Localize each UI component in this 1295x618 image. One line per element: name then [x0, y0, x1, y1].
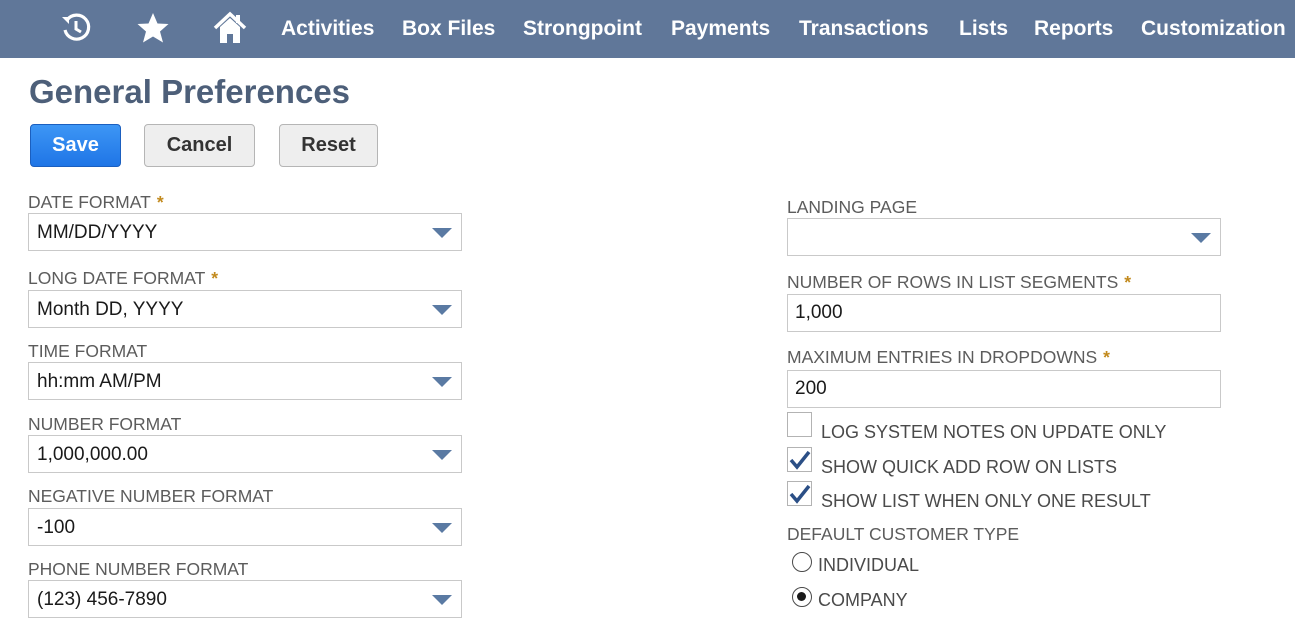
nav-payments[interactable]: Payments [671, 16, 770, 42]
reset-button[interactable]: Reset [279, 124, 378, 167]
number-format-value: 1,000,000.00 [37, 444, 148, 465]
dropdown-arrow-icon [432, 305, 452, 315]
nav-customization[interactable]: Customization [1141, 16, 1286, 42]
landing-page-select[interactable] [787, 218, 1221, 256]
show-quick-add-label: Show Quick Add Row on Lists [821, 457, 1118, 477]
dropdown-arrow-icon [432, 523, 452, 533]
cancel-button[interactable]: Cancel [144, 124, 255, 167]
negative-number-format-label: Negative Number Format [28, 486, 274, 506]
individual-radio-label: Individual [818, 555, 920, 575]
dropdown-arrow-icon [432, 228, 452, 238]
phone-number-format-select[interactable]: (123) 456-7890 [28, 580, 462, 618]
dropdown-arrow-icon [1191, 233, 1211, 243]
log-system-notes-label: Log System Notes on Update Only [821, 422, 1167, 442]
recent-history-icon[interactable] [58, 10, 94, 46]
rows-in-list-segments-label: Number of Rows in List Segments * [787, 272, 1132, 292]
nav-lists[interactable]: Lists [959, 16, 1008, 42]
checkmark-icon [789, 450, 811, 470]
date-format-select[interactable]: MM/DD/YYYY [28, 213, 462, 251]
nav-strongpoint[interactable]: Strongpoint [523, 16, 642, 42]
dropdown-arrow-icon [432, 595, 452, 605]
default-customer-type-label: Default Customer Type [787, 524, 1020, 544]
long-date-format-select[interactable]: Month DD, YYYY [28, 290, 462, 328]
required-marker: * [1103, 347, 1110, 367]
time-format-label: Time Format [28, 341, 148, 361]
top-navigation-bar: Activities Box Files Strongpoint Payment… [0, 0, 1295, 58]
nav-box-files[interactable]: Box Files [402, 16, 495, 42]
time-format-value: hh:mm AM/PM [37, 371, 162, 392]
radio-selected-dot [797, 592, 806, 601]
individual-radio[interactable] [792, 552, 812, 572]
phone-number-format-label: Phone Number Format [28, 559, 249, 579]
date-format-label: Date Format * [28, 192, 164, 212]
max-dropdown-entries-input[interactable] [787, 370, 1221, 408]
save-button[interactable]: Save [30, 124, 121, 167]
home-icon[interactable] [212, 10, 248, 46]
long-date-format-label: Long Date Format * [28, 268, 219, 288]
show-list-one-result-label: Show List When Only One Result [821, 491, 1151, 511]
time-format-select[interactable]: hh:mm AM/PM [28, 362, 462, 400]
dropdown-arrow-icon [432, 377, 452, 387]
number-format-select[interactable]: 1,000,000.00 [28, 435, 462, 473]
date-format-value: MM/DD/YYYY [37, 222, 158, 243]
nav-activities[interactable]: Activities [281, 16, 374, 42]
landing-page-label: Landing Page [787, 197, 917, 217]
star-icon[interactable] [135, 10, 171, 46]
company-radio[interactable] [792, 587, 812, 607]
nav-reports[interactable]: Reports [1034, 16, 1113, 42]
max-dropdown-entries-label: Maximum Entries in Dropdowns * [787, 347, 1110, 367]
show-quick-add-checkbox[interactable] [787, 447, 812, 472]
negative-number-format-select[interactable]: -100 [28, 508, 462, 546]
required-marker: * [1124, 272, 1132, 292]
show-list-one-result-checkbox[interactable] [787, 481, 812, 506]
dropdown-arrow-icon [432, 450, 452, 460]
negative-number-format-value: -100 [37, 517, 76, 538]
page-title: General Preferences [29, 73, 351, 110]
company-radio-label: Company [818, 590, 908, 610]
number-format-label: Number Format [28, 414, 182, 434]
long-date-format-value: Month DD, YYYY [37, 299, 184, 320]
required-marker: * [156, 192, 164, 212]
required-marker: * [211, 268, 219, 288]
checkmark-icon [789, 484, 811, 504]
phone-number-format-value: (123) 456-7890 [37, 589, 167, 610]
rows-in-list-segments-input[interactable] [787, 294, 1221, 332]
log-system-notes-checkbox[interactable] [787, 412, 812, 437]
nav-transactions[interactable]: Transactions [799, 16, 929, 42]
